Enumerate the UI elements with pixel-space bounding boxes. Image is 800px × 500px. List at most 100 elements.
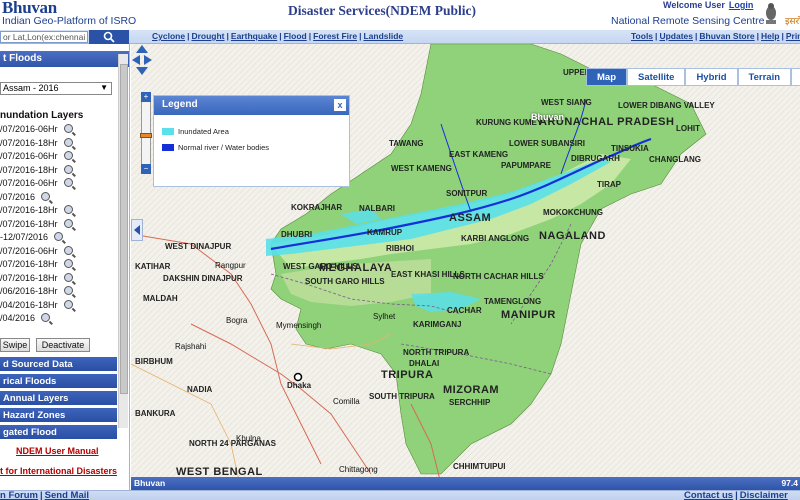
- panel-scrollbar[interactable]: [118, 54, 128, 428]
- section-crowd-sourced[interactable]: d Sourced Data: [0, 357, 117, 372]
- zoom-to-layer-icon[interactable]: [63, 138, 73, 147]
- section-aggregated-flood[interactable]: gated Flood: [0, 425, 117, 440]
- event-select[interactable]: Assam - 2016 ▼: [0, 82, 112, 95]
- map-footer-label: Bhuvan: [134, 478, 166, 488]
- tab-more[interactable]: M: [791, 68, 800, 86]
- legend-label: Inundated Area: [178, 127, 229, 136]
- contact-us-link[interactable]: Contact us: [684, 490, 733, 500]
- search-button[interactable]: [89, 30, 129, 44]
- layer-row: /04/2016-18Hr: [0, 300, 73, 313]
- pan-down-icon[interactable]: [136, 67, 148, 75]
- pan-control[interactable]: [131, 44, 153, 80]
- link-tools[interactable]: Tools: [631, 31, 653, 41]
- zoom-to-layer-icon[interactable]: [63, 259, 73, 268]
- page-title: Disaster Services(NDEM Public): [288, 3, 476, 18]
- zoom-to-layer-icon[interactable]: [63, 151, 73, 160]
- district-label: KAMRUP: [367, 228, 403, 237]
- disaster-links: Cyclone | Drought | Earthquake | Flood | Forest …: [152, 31, 404, 41]
- district-label: TIRAP: [597, 180, 621, 189]
- zoom-to-layer-icon[interactable]: [63, 205, 73, 214]
- tab-terrain[interactable]: Terrain: [737, 68, 792, 86]
- link-cyclone[interactable]: Cyclone: [152, 31, 185, 41]
- layer-row: /07/2016-18Hr: [0, 219, 73, 232]
- zoom-to-layer-icon[interactable]: [54, 232, 64, 241]
- legend-header: Legend x: [154, 96, 349, 115]
- chevron-down-icon: ▼: [100, 83, 108, 92]
- link-help[interactable]: Help: [761, 31, 779, 41]
- district-label: WEST GARO HILLS: [283, 262, 358, 271]
- zoom-to-layer-icon[interactable]: [63, 286, 73, 295]
- zoom-to-layer-icon[interactable]: [63, 273, 73, 282]
- zoom-to-layer-icon[interactable]: [63, 178, 73, 187]
- zoom-to-layer-icon[interactable]: [63, 246, 73, 255]
- city-marker-dhaka[interactable]: [293, 372, 303, 382]
- tab-satellite[interactable]: Satellite: [627, 68, 686, 86]
- zoom-to-layer-icon[interactable]: [63, 124, 73, 133]
- zoom-to-layer-icon[interactable]: [41, 313, 51, 322]
- link-print[interactable]: Prin: [786, 31, 800, 41]
- zoom-slider[interactable]: + −: [140, 92, 152, 174]
- pan-up-icon[interactable]: [136, 45, 148, 53]
- swipe-button[interactable]: Swipe: [0, 338, 30, 352]
- link-landslide[interactable]: Landslide: [363, 31, 403, 41]
- district-label: NADIA: [187, 385, 213, 394]
- zoom-to-layer-icon[interactable]: [63, 300, 73, 309]
- district-label: TINSUKIA: [611, 144, 649, 153]
- tab-hybrid[interactable]: Hybrid: [685, 68, 738, 86]
- district-label: KOKRAJHAR: [291, 203, 343, 212]
- zoom-to-layer-icon[interactable]: [63, 219, 73, 228]
- map-view[interactable]: ARUNACHAL PRADESH ASSAM NAGALAND MEGHALA…: [131, 44, 800, 490]
- layer-date: /04/2016-18Hr: [0, 300, 58, 310]
- search-input[interactable]: [0, 31, 88, 43]
- legend-title: Legend: [162, 99, 198, 110]
- zoom-in-icon[interactable]: +: [141, 92, 151, 102]
- section-hazard-zones[interactable]: Hazard Zones: [0, 408, 117, 423]
- district-label: DHUBRI: [281, 230, 313, 239]
- zoom-to-layer-icon[interactable]: [63, 165, 73, 174]
- link-earthquake[interactable]: Earthquake: [231, 31, 277, 41]
- scroll-thumb[interactable]: [120, 64, 128, 394]
- link-forest-fire[interactable]: Forest Fire: [313, 31, 357, 41]
- district-label: TAMENGLONG: [484, 297, 542, 306]
- international-disasters-link[interactable]: t for International Disasters: [0, 466, 117, 476]
- district-label: WEST KAMENG: [391, 164, 452, 173]
- district-label: DIBRUGARH: [571, 154, 620, 163]
- district-label: CHHIMTUIPUI: [453, 462, 506, 471]
- layer-row: /07/2016-06Hr: [0, 246, 73, 259]
- panel-header[interactable]: t Floods ▲: [0, 51, 129, 67]
- zoom-handle[interactable]: [140, 133, 152, 138]
- zoom-out-icon[interactable]: −: [141, 164, 151, 174]
- forum-link[interactable]: n Forum: [0, 490, 38, 500]
- layer-row: /07/2016-18Hr: [0, 138, 73, 151]
- logo-subtitle: Indian Geo-Platform of ISRO: [2, 15, 137, 27]
- link-drought[interactable]: Drought: [191, 31, 224, 41]
- layer-row: /07/2016: [0, 192, 51, 205]
- link-flood[interactable]: Flood: [284, 31, 307, 41]
- district-label: LOWER SUBANSIRI: [509, 139, 585, 148]
- section-historical-floods[interactable]: rical Floods: [0, 374, 117, 389]
- city-label: Sylhet: [373, 312, 396, 321]
- collapse-panel-icon[interactable]: [131, 219, 143, 241]
- tab-map[interactable]: Map: [586, 68, 627, 86]
- map-type-tabs: Map Satellite Hybrid Terrain M: [586, 68, 800, 86]
- login-link[interactable]: Login: [729, 0, 754, 10]
- district-label: SERCHHIP: [449, 398, 491, 407]
- disclaimer-link[interactable]: Disclaimer: [740, 490, 788, 500]
- pan-right-icon[interactable]: [144, 55, 152, 65]
- close-icon[interactable]: x: [334, 99, 346, 111]
- city-label: Mymensingh: [276, 321, 322, 330]
- layer-row: /07/2016-18Hr: [0, 165, 73, 178]
- link-updates[interactable]: Updates: [659, 31, 693, 41]
- section-annual-layers[interactable]: Annual Layers: [0, 391, 117, 406]
- send-mail-link[interactable]: Send Mail: [45, 490, 89, 500]
- city-label: Khulna: [236, 434, 261, 443]
- pan-left-icon[interactable]: [132, 55, 140, 65]
- layer-date: /06/2016-18Hr: [0, 286, 58, 296]
- link-bhuvan-store[interactable]: Bhuvan Store: [699, 31, 754, 41]
- deactivate-button[interactable]: Deactivate: [36, 338, 90, 352]
- user-manual-link[interactable]: NDEM User Manual: [16, 446, 99, 456]
- city-label: Chittagong: [339, 465, 378, 474]
- state-label: MANIPUR: [501, 309, 556, 321]
- district-label: RIBHOI: [386, 244, 414, 253]
- zoom-to-layer-icon[interactable]: [41, 192, 51, 201]
